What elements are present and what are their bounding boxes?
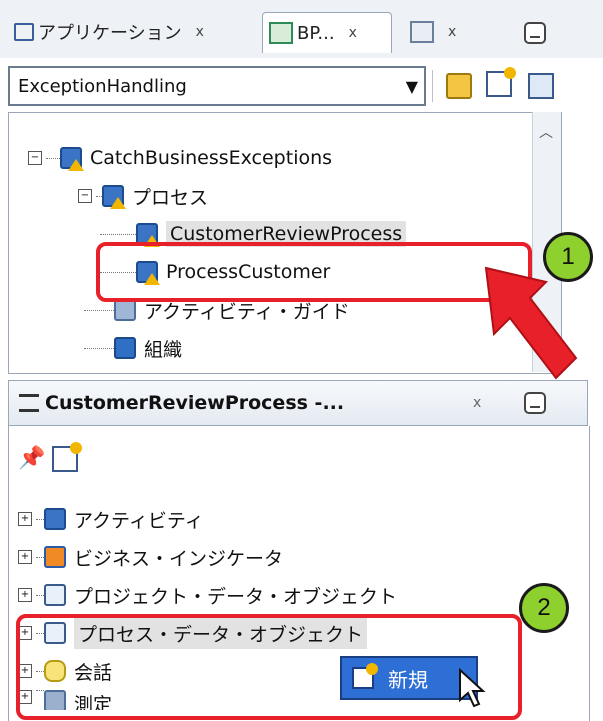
chevron-down-icon[interactable]: ▼ <box>406 77 418 96</box>
activity-icon <box>44 508 66 530</box>
tree-connector <box>46 157 60 159</box>
new-file-icon[interactable] <box>486 67 516 97</box>
tree-node-project[interactable]: − CatchBusinessExceptions <box>28 139 332 177</box>
structure-item-activities[interactable]: + アクティビティ <box>18 500 397 538</box>
structure-item-label: アクティビティ <box>74 509 204 532</box>
toolbar-divider <box>432 70 433 102</box>
project-selector[interactable]: ExceptionHandling ▼ <box>8 66 426 106</box>
tree-connector <box>84 309 114 311</box>
process-folder-icon <box>102 185 126 209</box>
tree-connector <box>36 556 44 558</box>
pin-icon[interactable]: 📌 <box>18 446 45 471</box>
structure-item-business-indicators[interactable]: + ビジネス・インジケータ <box>18 538 397 576</box>
tab-applications-label: アプリケーション <box>38 23 182 44</box>
expand-icon[interactable]: + <box>18 588 32 602</box>
structure-navigator-icon <box>410 21 434 43</box>
tree-node-organization[interactable]: 組織 <box>84 329 182 367</box>
structure-panel-header: CustomerReviewProcess -... x <box>8 380 588 426</box>
tab-third-close[interactable]: x <box>448 24 456 40</box>
project-selector-value: ExceptionHandling <box>18 75 187 97</box>
sparkle-icon <box>504 67 516 79</box>
tab-bpm-project[interactable]: BP... x <box>262 12 392 53</box>
red-pointer-arrow-icon <box>484 266 578 380</box>
tree-connector <box>100 233 136 235</box>
collapse-icon[interactable]: − <box>28 151 42 165</box>
sparkle-icon <box>70 442 82 454</box>
structure-item-project-data-objects[interactable]: + プロジェクト・データ・オブジェクト <box>18 576 397 614</box>
activity-guide-icon <box>114 299 136 321</box>
highlight-box-1 <box>96 242 532 302</box>
tab-applications[interactable]: アプリケーション x <box>14 12 204 52</box>
tree-connector <box>84 347 114 349</box>
expand-icon[interactable]: + <box>18 550 32 564</box>
structure-list-icon <box>19 394 39 412</box>
minimize-icon[interactable] <box>524 22 546 44</box>
structure-item-label: プロジェクト・データ・オブジェクト <box>74 585 398 608</box>
layout-icon[interactable] <box>528 73 554 99</box>
tree-node-processes[interactable]: − プロセス <box>78 177 208 215</box>
collapse-icon[interactable]: − <box>78 189 92 203</box>
tree-connector <box>36 518 44 520</box>
tree-connector <box>36 594 44 596</box>
organization-icon <box>114 337 136 359</box>
tab-applications-close[interactable]: x <box>196 24 204 40</box>
business-indicator-icon <box>44 546 66 568</box>
callout-2: 2 <box>519 583 569 633</box>
structure-item-label: ビジネス・インジケータ <box>74 547 284 570</box>
tree-node-label: CatchBusinessExceptions <box>90 147 333 169</box>
highlight-box-2 <box>16 614 522 720</box>
tab-bpm-project-label: BP... <box>297 22 335 44</box>
tab-third[interactable]: x <box>410 12 456 52</box>
bpm-project-navigator-icon <box>269 22 293 44</box>
scroll-up-icon[interactable]: ︿ <box>539 122 553 142</box>
tree-node-label: 組織 <box>144 338 183 361</box>
application-navigator-icon <box>14 23 34 41</box>
new-item-icon[interactable] <box>52 442 82 472</box>
expand-icon[interactable]: + <box>18 512 32 526</box>
tab-bpm-project-close[interactable]: x <box>349 25 357 41</box>
structure-panel-close[interactable]: x <box>473 395 481 411</box>
project-icon <box>60 147 84 171</box>
structure-panel-title: CustomerReviewProcess -... <box>45 392 345 414</box>
panel-minimize-icon[interactable] <box>524 392 546 414</box>
callout-2-label: 2 <box>537 594 551 621</box>
tree-node-label: プロセス <box>132 186 209 209</box>
open-folder-icon[interactable] <box>446 73 472 99</box>
data-object-icon <box>44 584 66 606</box>
